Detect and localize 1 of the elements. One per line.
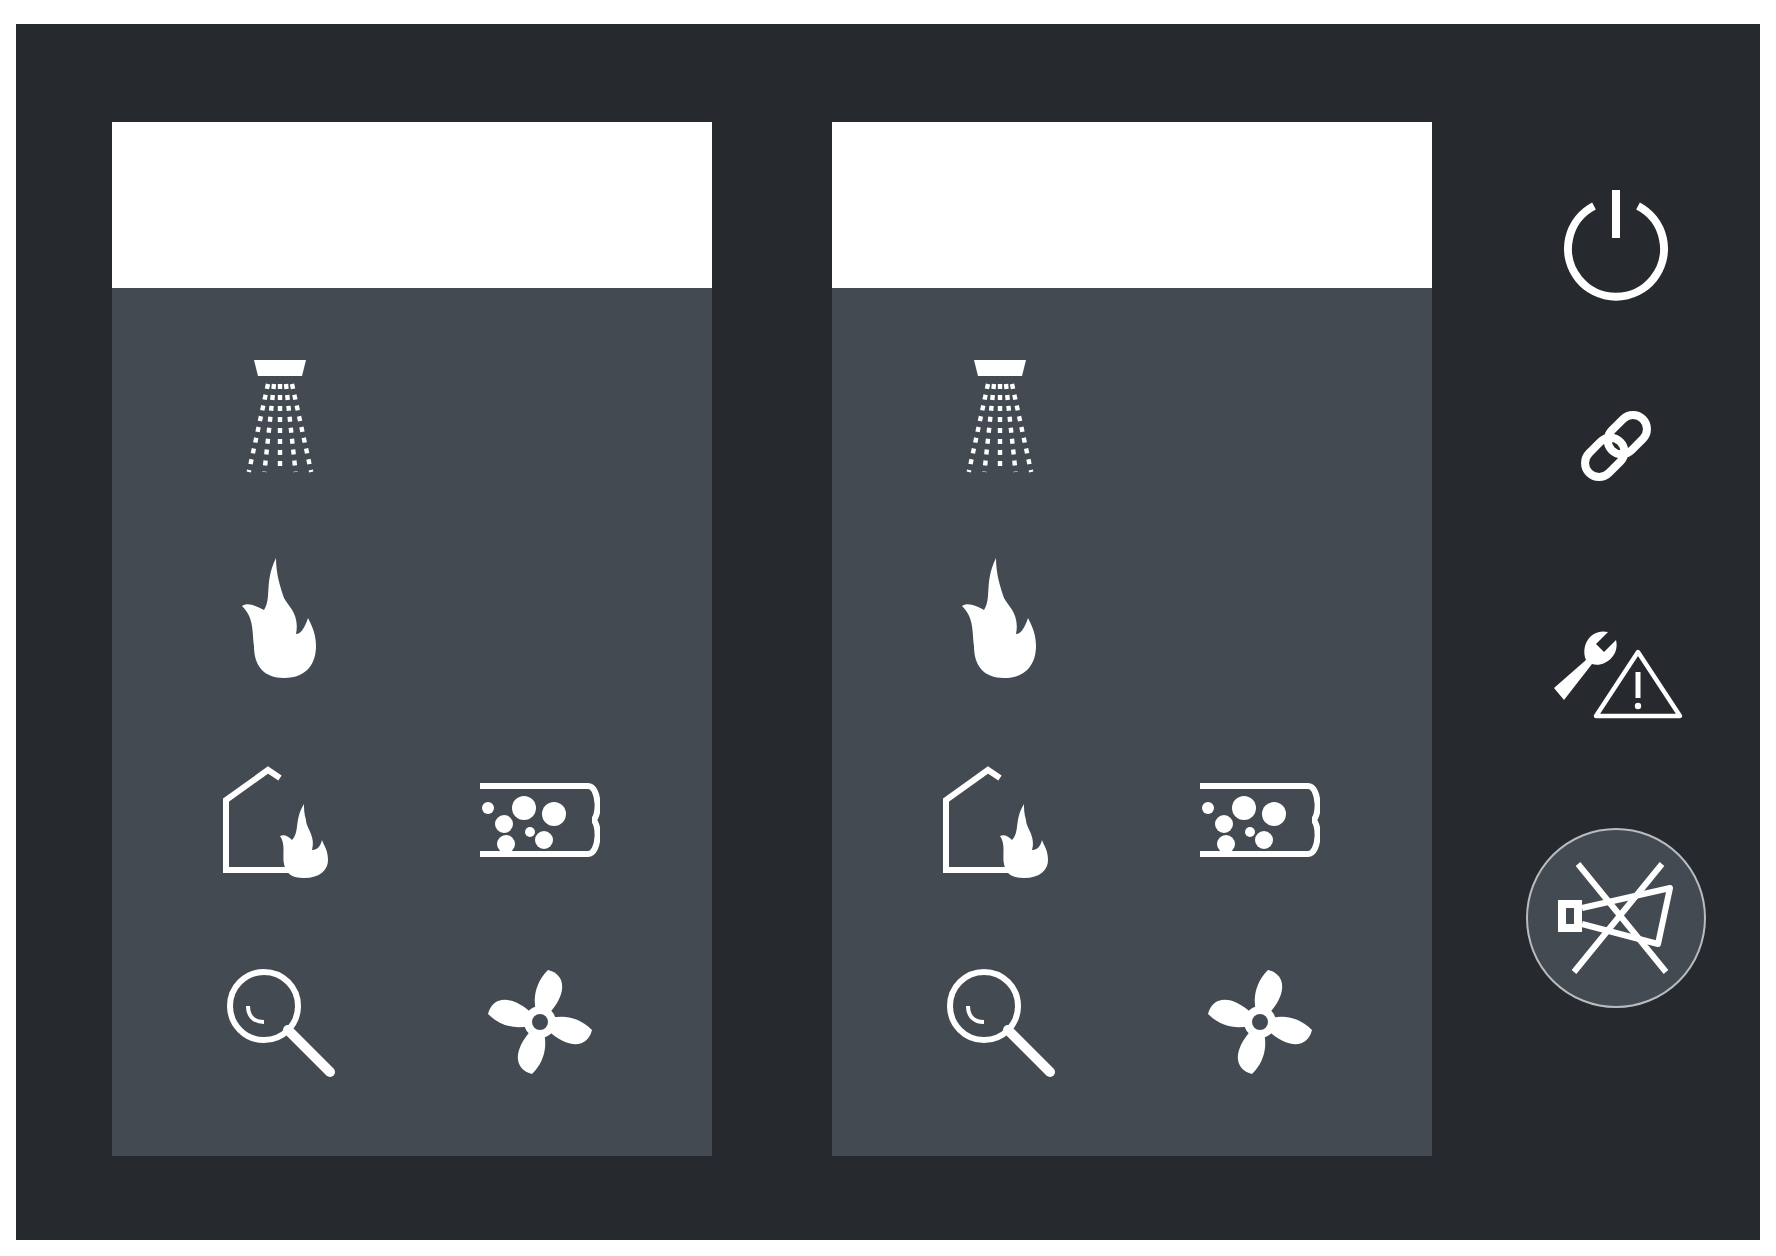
power-icon [1560,186,1672,302]
